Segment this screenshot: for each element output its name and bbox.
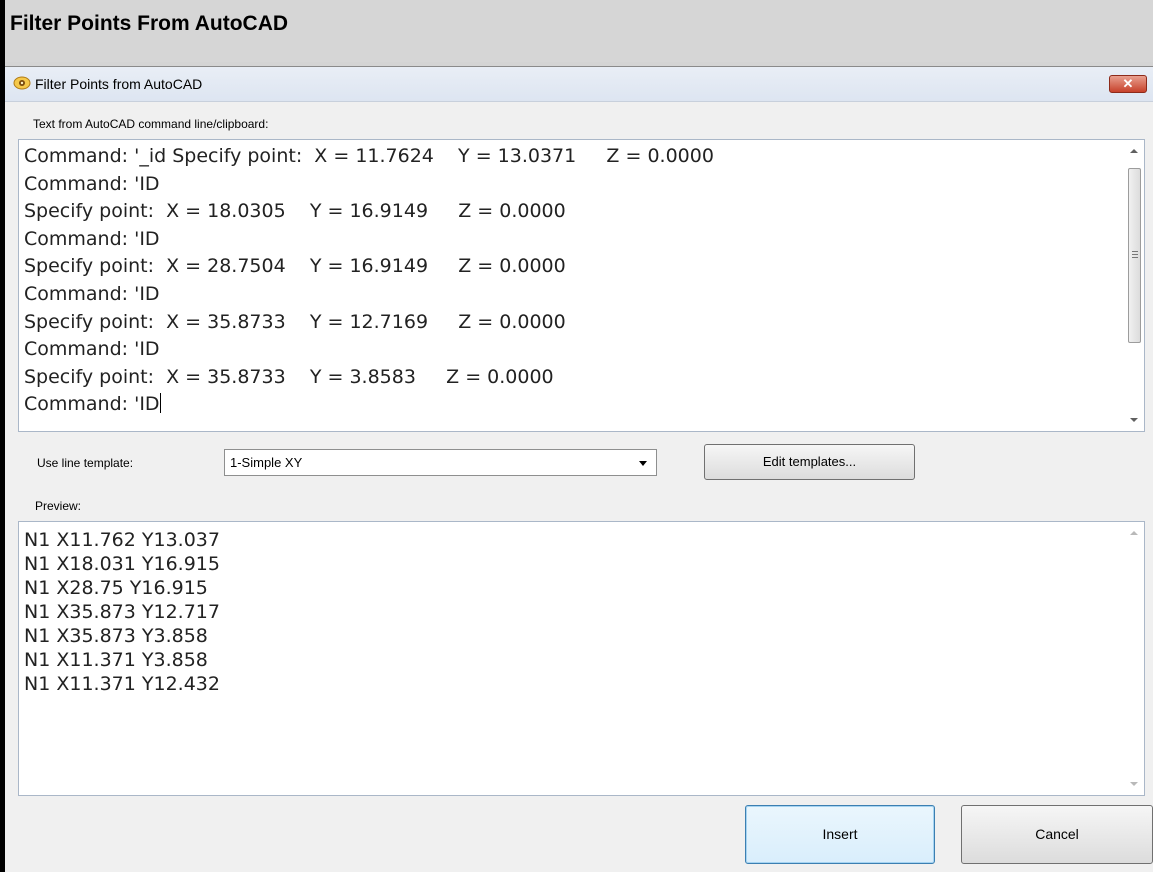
command-text-area[interactable]: Command: '_id Specify point: X = 11.7624…	[18, 139, 1145, 432]
preview-scrollbar[interactable]	[1126, 522, 1144, 795]
line-template-value: 1-Simple XY	[230, 455, 303, 470]
scroll-thumb[interactable]	[1128, 168, 1141, 343]
scroll-up-arrow-icon[interactable]	[1130, 149, 1138, 153]
grip-icon	[1132, 251, 1138, 258]
edit-templates-button[interactable]: Edit templates...	[704, 444, 915, 480]
page-title: Filter Points From AutoCAD	[10, 12, 289, 35]
scroll-up-arrow-icon[interactable]	[1130, 531, 1138, 535]
text-caret	[159, 393, 161, 414]
autocad-eye-icon	[13, 76, 31, 90]
line-template-select[interactable]: 1-Simple XY	[224, 449, 657, 476]
page-header: Filter Points From AutoCAD	[0, 0, 1153, 62]
cancel-button[interactable]: Cancel	[961, 805, 1153, 864]
close-button[interactable]: ✕	[1109, 75, 1147, 93]
dialog-titlebar[interactable]: Filter Points from AutoCAD ✕	[5, 67, 1153, 102]
dialog-title: Filter Points from AutoCAD	[35, 76, 203, 92]
scroll-down-arrow-icon[interactable]	[1130, 418, 1138, 422]
preview-label: Preview:	[35, 499, 82, 513]
preview-text-content: N1 X11.762 Y13.037 N1 X18.031 Y16.915 N1…	[24, 529, 220, 695]
command-text-label: Text from AutoCAD command line/clipboard…	[33, 117, 269, 131]
chevron-down-icon	[639, 461, 647, 466]
command-scrollbar[interactable]	[1126, 140, 1144, 431]
preview-text-area[interactable]: N1 X11.762 Y13.037 N1 X18.031 Y16.915 N1…	[18, 521, 1145, 796]
insert-button[interactable]: Insert	[745, 805, 935, 864]
filter-points-dialog: Filter Points from AutoCAD ✕ Text from A…	[5, 66, 1153, 872]
command-text-content: Command: '_id Specify point: X = 11.7624…	[24, 145, 714, 416]
line-template-label: Use line template:	[37, 456, 134, 470]
close-icon: ✕	[1122, 76, 1134, 91]
scroll-down-arrow-icon[interactable]	[1130, 782, 1138, 786]
